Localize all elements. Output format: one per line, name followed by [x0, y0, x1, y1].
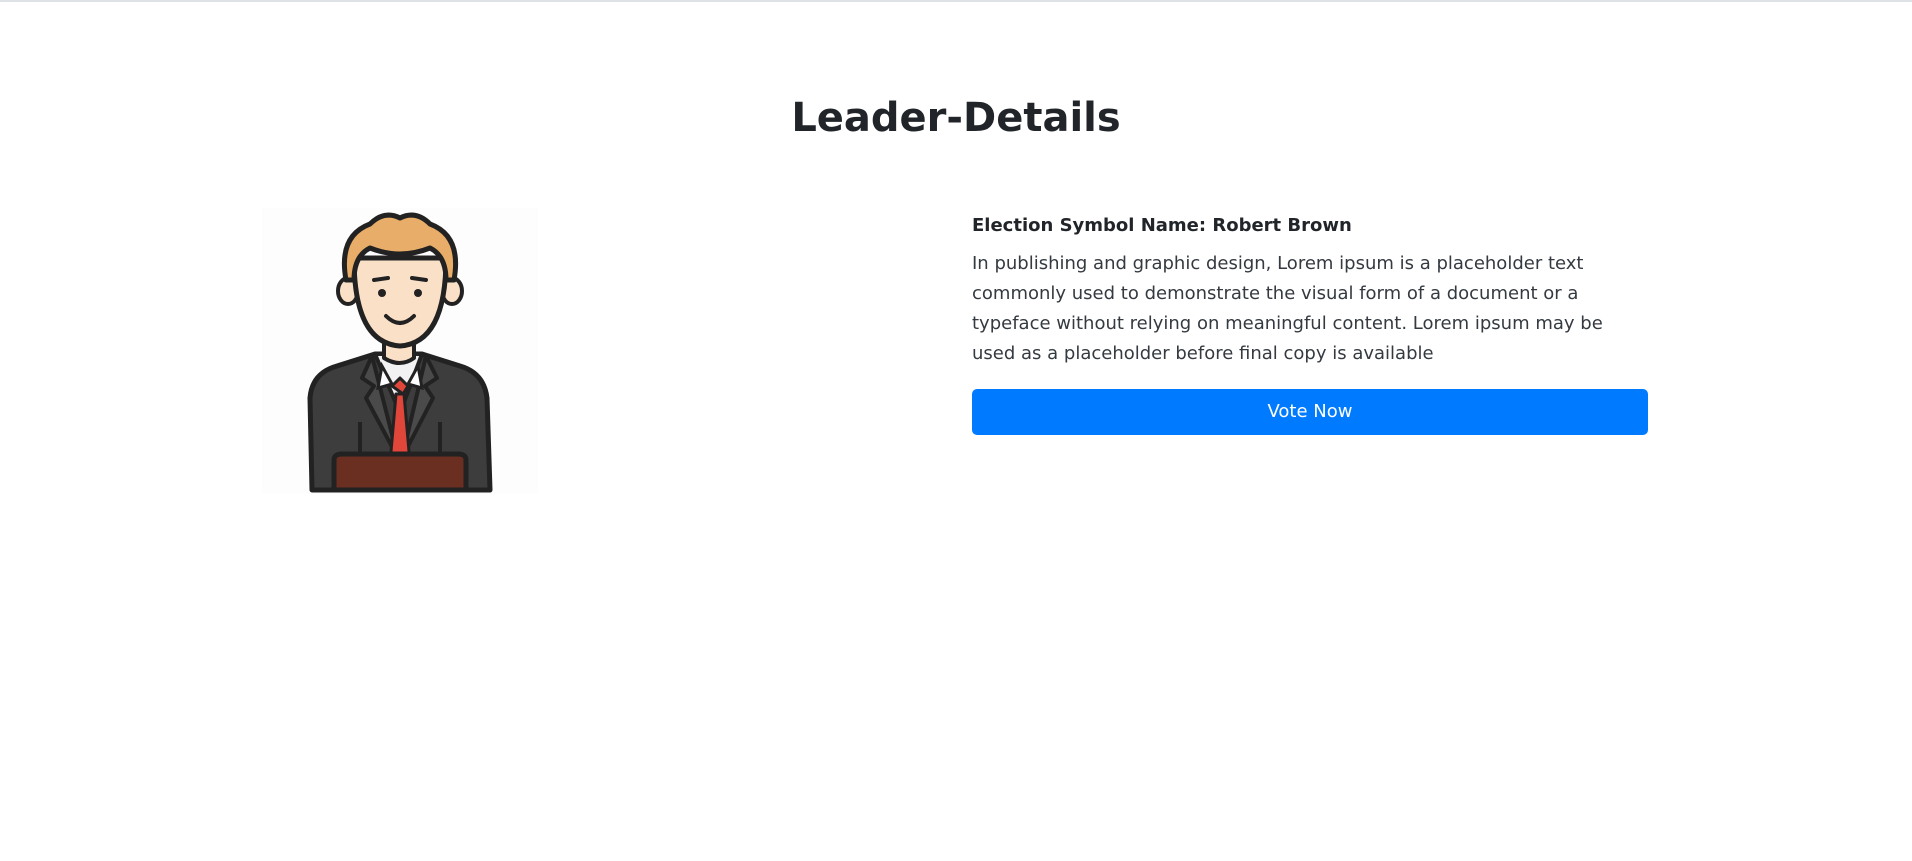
election-symbol-name: Election Symbol Name: Robert Brown — [972, 215, 1352, 236]
top-divider — [0, 0, 1912, 2]
leader-at-podium-icon — [307, 212, 493, 493]
leader-description: In publishing and graphic design, Lorem … — [972, 253, 1603, 364]
leader-image — [262, 208, 538, 494]
vote-now-button[interactable]: Vote Now — [972, 389, 1648, 435]
page-title: Leader-Details — [791, 95, 1121, 141]
leader-details-panel: Election Symbol Name: Robert Brown In pu… — [972, 211, 1648, 435]
